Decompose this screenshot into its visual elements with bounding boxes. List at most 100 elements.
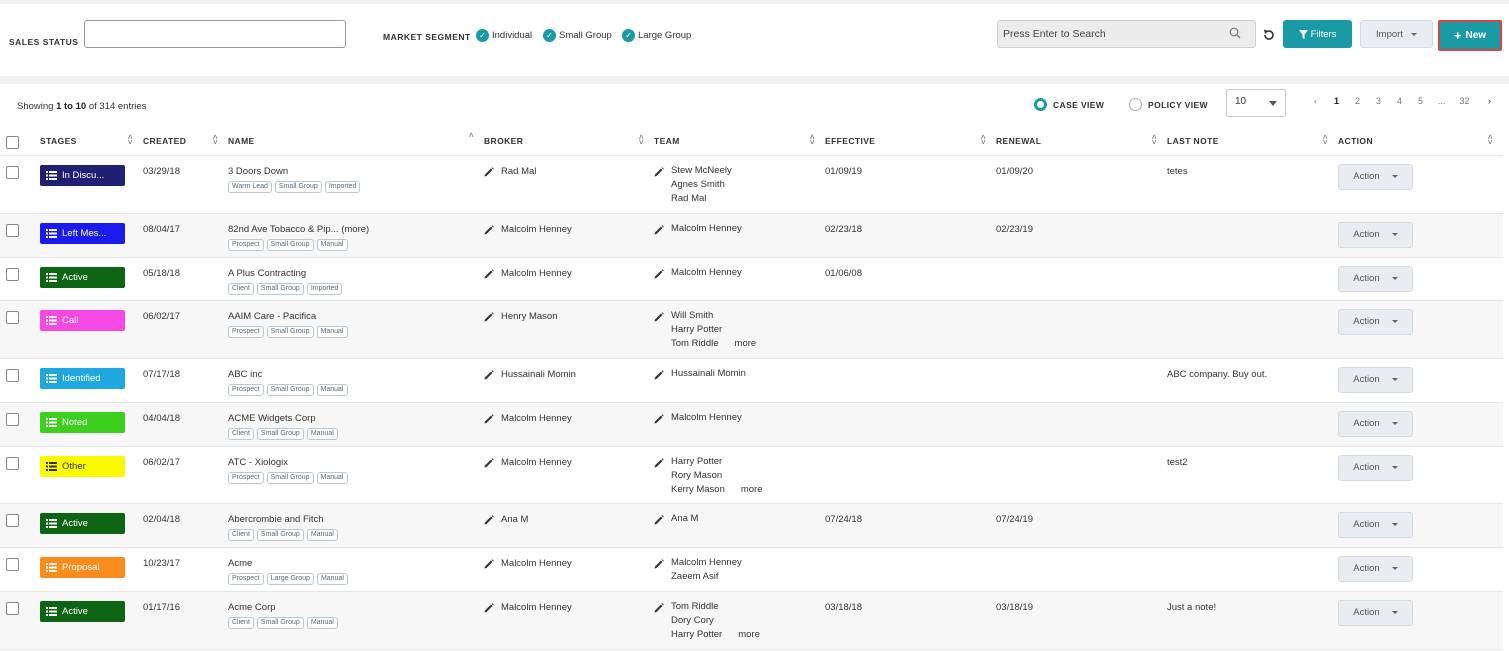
pencil-icon[interactable] [654, 166, 664, 177]
new-button[interactable]: + New [1438, 20, 1502, 51]
row-checkbox[interactable] [6, 267, 19, 281]
pencil-icon[interactable] [484, 413, 494, 424]
pencil-icon[interactable] [484, 369, 494, 380]
row-checkbox[interactable] [6, 456, 19, 470]
team-more-link[interactable]: more [741, 484, 763, 495]
pencil-icon[interactable] [484, 514, 494, 525]
page-link[interactable]: 5 [1410, 96, 1431, 106]
action-dropdown-button[interactable]: Action [1338, 454, 1413, 481]
table-row[interactable]: Left Mes... 08/04/17 82nd Ave Tobacco & Pi… [0, 213, 1503, 258]
page-link[interactable]: 3 [1368, 96, 1389, 106]
pencil-icon[interactable] [484, 457, 494, 468]
pencil-icon[interactable] [654, 311, 664, 322]
column-header-team[interactable]: TEAM ˄ ˅ [654, 128, 825, 156]
action-dropdown-button[interactable]: Action [1338, 555, 1413, 582]
case-view-radio[interactable]: CASE VIEW [1034, 98, 1104, 111]
pencil-icon[interactable] [484, 602, 494, 613]
refresh-icon[interactable] [1262, 28, 1276, 42]
pencil-icon[interactable] [654, 514, 664, 525]
page-link[interactable]: 4 [1389, 96, 1410, 106]
table-row[interactable]: Other 06/02/17 ATC - Xiologix Prospect Small… [0, 446, 1503, 504]
column-header-action[interactable]: ACTION ˄ ˅ [1338, 128, 1503, 156]
team-more-link[interactable]: more [735, 338, 757, 349]
row-checkbox[interactable] [6, 368, 19, 382]
pencil-icon[interactable] [654, 224, 664, 235]
column-header-created[interactable]: CREATED ˄ ˅ [143, 128, 228, 156]
stage-badge[interactable]: Active [40, 512, 125, 534]
column-header-effective[interactable]: EFFECTIVE ˄ ˅ [825, 128, 996, 156]
pencil-icon[interactable] [484, 224, 494, 235]
case-name-link[interactable]: ATC - Xiologix [228, 457, 484, 468]
stage-badge[interactable]: Noted [40, 411, 125, 433]
sales-status-input[interactable] [84, 20, 346, 48]
column-header-name[interactable]: NAME ˄ [228, 128, 484, 156]
segment-large-group-checkbox[interactable]: ✓ Large Group [622, 29, 691, 42]
pencil-icon[interactable] [654, 369, 664, 380]
segment-individual-checkbox[interactable]: ✓ Individual [476, 29, 532, 42]
case-name-link[interactable]: AAIM Care - Pacifica [228, 311, 484, 322]
table-row[interactable]: Proposal 10/23/17 Acme Prospect Large Group M… [0, 547, 1503, 592]
pencil-icon[interactable] [484, 311, 494, 322]
stage-badge[interactable]: Left Mes... [40, 222, 125, 244]
table-row[interactable]: Active 01/17/16 Acme Corp Client Small Group… [0, 591, 1503, 650]
next-page-button[interactable]: › [1477, 96, 1502, 106]
action-dropdown-button[interactable]: Action [1338, 366, 1413, 393]
table-row[interactable]: Identified 07/17/18 ABC inc Prospect Small G… [0, 358, 1503, 403]
case-name-link[interactable]: 82nd Ave Tobacco & Pip... (more) [228, 224, 484, 235]
search-input[interactable] [1003, 28, 1223, 40]
column-header-renewal[interactable]: RENEWAL ˄ ˅ [996, 128, 1167, 156]
prev-page-button[interactable]: ‹ [1305, 96, 1326, 106]
pencil-icon[interactable] [654, 558, 664, 569]
action-dropdown-button[interactable]: Action [1338, 221, 1413, 248]
import-dropdown-button[interactable]: Import [1360, 20, 1433, 48]
select-all-checkbox[interactable] [6, 135, 19, 149]
page-link-current[interactable]: 1 [1326, 96, 1347, 106]
pencil-icon[interactable] [654, 413, 664, 424]
pencil-icon[interactable] [484, 268, 494, 279]
case-name-link[interactable]: ACME Widgets Corp [228, 413, 484, 424]
stage-badge[interactable]: Active [40, 600, 125, 622]
stage-badge[interactable]: Other [40, 455, 125, 477]
team-more-link[interactable]: more [738, 629, 760, 640]
stage-badge[interactable]: Identified [40, 367, 125, 389]
column-header-stages[interactable]: STAGES ˄ ˅ [40, 128, 143, 156]
row-checkbox[interactable] [6, 513, 19, 527]
action-dropdown-button[interactable]: Action [1338, 599, 1413, 626]
pencil-icon[interactable] [654, 268, 664, 279]
action-dropdown-button[interactable]: Action [1338, 410, 1413, 437]
case-name-link[interactable]: ABC inc [228, 369, 484, 380]
row-checkbox[interactable] [6, 412, 19, 426]
page-link[interactable]: 32 [1452, 96, 1477, 106]
case-name-link[interactable]: 3 Doors Down [228, 166, 484, 177]
segment-small-group-checkbox[interactable]: ✓ Small Group [543, 29, 612, 42]
pencil-icon[interactable] [484, 166, 494, 177]
search-icon[interactable] [1229, 27, 1241, 39]
row-checkbox[interactable] [6, 601, 19, 615]
table-row[interactable]: Call 06/02/17 AAIM Care - Pacifica Prospect… [0, 300, 1503, 359]
case-name-link[interactable]: Acme Corp [228, 602, 484, 613]
stage-badge[interactable]: In Discu... [40, 164, 125, 186]
column-header-last-note[interactable]: LAST NOTE ˄ ˅ [1167, 128, 1338, 156]
table-row[interactable]: In Discu... 03/29/18 3 Doors Down Warm Lead… [0, 155, 1503, 214]
table-row[interactable]: Noted 04/04/18 ACME Widgets Corp Client Smal… [0, 402, 1503, 447]
action-dropdown-button[interactable]: Action [1338, 265, 1413, 292]
policy-view-radio[interactable]: POLICY VIEW [1129, 98, 1208, 111]
stage-badge[interactable]: Proposal [40, 556, 125, 578]
row-checkbox[interactable] [6, 557, 19, 571]
action-dropdown-button[interactable]: Action [1338, 511, 1413, 538]
table-row[interactable]: Active 02/04/18 Abercrombie and Fitch Clien… [0, 503, 1503, 548]
case-name-link[interactable]: Abercrombie and Fitch [228, 514, 484, 525]
pencil-icon[interactable] [484, 558, 494, 569]
stage-badge[interactable]: Call [40, 309, 125, 331]
pencil-icon[interactable] [654, 602, 664, 613]
action-dropdown-button[interactable]: Action [1338, 163, 1413, 190]
stage-badge[interactable]: Active [40, 266, 125, 288]
filters-button[interactable]: Filters [1283, 20, 1352, 48]
case-name-link[interactable]: A Plus Contracting [228, 268, 484, 279]
column-header-broker[interactable]: BROKER ˄ ˅ [484, 128, 654, 156]
case-name-link[interactable]: Acme [228, 558, 484, 569]
page-link[interactable]: 2 [1347, 96, 1368, 106]
pencil-icon[interactable] [654, 457, 664, 468]
row-checkbox[interactable] [6, 223, 19, 237]
table-row[interactable]: Active 05/18/18 A Plus Contracting Client Sm… [0, 257, 1503, 301]
